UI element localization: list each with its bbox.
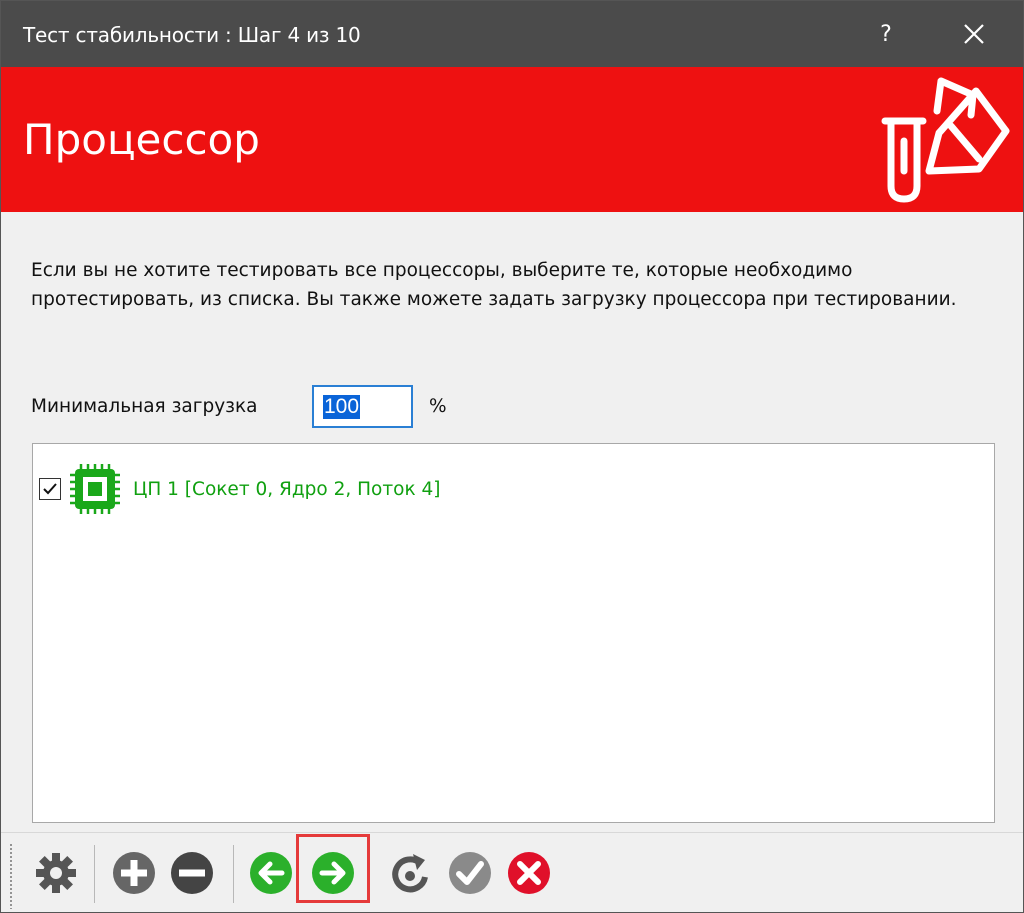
minus-circle-icon[interactable] — [169, 850, 215, 896]
close-button[interactable] — [949, 1, 999, 67]
cpu-list[interactable]: ЦП 1 [Сокет 0, Ядро 2, Поток 4] — [32, 443, 995, 823]
stability-test-window: Тест стабильности : Шаг 4 из 10 ? Процес… — [0, 0, 1024, 913]
plus-circle-icon[interactable] — [111, 850, 157, 896]
checkmark-icon — [43, 483, 57, 495]
help-button[interactable]: ? — [861, 1, 911, 67]
toolbar-separator — [94, 845, 95, 903]
toolbar — [1, 832, 1023, 912]
checkmark-icon[interactable] — [447, 850, 493, 896]
toolbar-grip[interactable] — [9, 843, 13, 909]
arrow-right-icon[interactable] — [310, 850, 356, 896]
page-title: Процессор — [23, 115, 260, 164]
close-icon — [964, 24, 984, 44]
toolbar-separator — [233, 845, 234, 903]
cpu-checkbox[interactable] — [39, 478, 61, 500]
title-bar: Тест стабильности : Шаг 4 из 10 ? — [1, 1, 1023, 67]
list-item[interactable]: ЦП 1 [Сокет 0, Ядро 2, Поток 4] — [39, 464, 441, 514]
header-banner: Процессор — [1, 67, 1023, 212]
percent-label: % — [429, 396, 447, 417]
min-load-input[interactable]: 100 — [312, 385, 413, 428]
content-area: Если вы не хотите тестировать все процес… — [1, 212, 1023, 832]
refresh-icon[interactable] — [387, 850, 433, 896]
min-load-label: Минимальная загрузка — [31, 396, 258, 417]
cancel-icon[interactable] — [506, 850, 552, 896]
window-title: Тест стабильности : Шаг 4 из 10 — [23, 23, 361, 47]
gear-icon[interactable] — [33, 850, 79, 896]
cpu-label: ЦП 1 [Сокет 0, Ядро 2, Поток 4] — [133, 478, 441, 500]
arrow-left-icon[interactable] — [248, 850, 294, 896]
min-load-value: 100 — [323, 394, 361, 419]
description-text: Если вы не хотите тестировать все процес… — [31, 260, 957, 310]
test-tubes-icon — [881, 77, 1010, 203]
cpu-chip-icon — [70, 464, 120, 514]
